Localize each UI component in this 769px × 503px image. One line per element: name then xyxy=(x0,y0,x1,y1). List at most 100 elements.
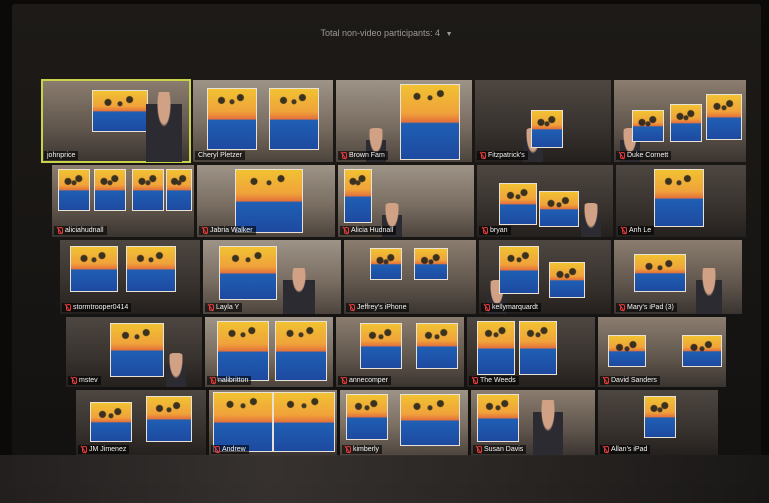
gallery-row-3: stormtrooper0414 Layla Y Jeffrey's iPhon… xyxy=(60,240,742,314)
participant-tile[interactable]: johnprice xyxy=(41,79,191,163)
participant-name-label: Susan Davis xyxy=(473,445,527,454)
painting xyxy=(346,394,388,440)
painting xyxy=(644,396,676,438)
participant-tile[interactable]: David Sanders xyxy=(598,317,726,387)
participant-name: Allan's iPad xyxy=(611,446,648,453)
participant-name-label: stormtrooper0414 xyxy=(62,303,132,312)
painting xyxy=(416,323,458,369)
muted-mic-icon xyxy=(65,304,71,311)
participant-tile[interactable]: Alicia Hudnall xyxy=(338,165,474,237)
participant-tile[interactable]: Cheryl Pletzer xyxy=(193,80,333,162)
painting xyxy=(414,248,448,280)
muted-mic-icon xyxy=(341,152,347,159)
painting xyxy=(499,246,539,294)
muted-mic-icon xyxy=(349,304,355,311)
participant-tile[interactable]: JM Jimenez xyxy=(76,390,206,456)
gallery-row-5: JM Jimenez Andrew kimberly Susan Davis A… xyxy=(76,390,718,456)
muted-mic-icon xyxy=(603,377,609,384)
gallery-row-1: johnprice Cheryl Pletzer Brown Fam Fitzp… xyxy=(41,79,746,163)
desk-reflection xyxy=(0,455,769,503)
participant-tile[interactable]: Fitzpatrick's xyxy=(475,80,611,162)
participant-tile[interactable]: Andrew xyxy=(209,390,337,456)
participant-tile[interactable]: Mary's iPad (3) xyxy=(614,240,742,314)
muted-mic-icon xyxy=(345,446,351,453)
participant-tile[interactable]: Anh Le xyxy=(616,165,746,237)
participant-tile[interactable]: The Weeds xyxy=(467,317,595,387)
participant-tile[interactable]: kellymarquardt xyxy=(479,240,611,314)
participant-name-label: Jeffrey's iPhone xyxy=(346,303,410,312)
participant-name: Layla Y xyxy=(216,304,240,311)
painting xyxy=(477,394,519,442)
participant-video xyxy=(533,400,563,456)
participant-tile[interactable]: Susan Davis xyxy=(471,390,595,456)
participant-name: Duke Cornett xyxy=(627,152,669,159)
participant-name: The Weeds xyxy=(480,377,516,384)
participant-name-label: Alicia Hudnall xyxy=(340,226,397,235)
participant-video xyxy=(146,92,182,162)
painting xyxy=(273,392,335,452)
participant-name-label: aliciahudnall xyxy=(54,226,107,235)
participant-name: David Sanders xyxy=(611,377,657,384)
participant-tile[interactable]: annecomper xyxy=(336,317,464,387)
participant-name: nalibritton xyxy=(218,377,249,384)
participant-name: Jeffrey's iPhone xyxy=(357,304,407,311)
participant-tile[interactable]: bryan xyxy=(477,165,613,237)
painting xyxy=(269,88,319,150)
participant-tile[interactable]: Jeffrey's iPhone xyxy=(344,240,476,314)
participant-name-label: nalibritton xyxy=(207,376,252,385)
muted-mic-icon xyxy=(619,304,625,311)
participant-video xyxy=(283,268,315,314)
painting xyxy=(682,335,722,367)
painting xyxy=(110,323,164,377)
monitor-screen: Total non-video participants: 4 ▼ johnpr… xyxy=(12,4,761,484)
participant-name: kellymarquardt xyxy=(492,304,538,311)
non-video-participants-dropdown[interactable]: Total non-video participants: 4 ▼ xyxy=(12,28,761,38)
participant-name-label: Brown Fam xyxy=(338,151,388,160)
muted-mic-icon xyxy=(341,377,347,384)
participant-name: Mary's iPad (3) xyxy=(627,304,674,311)
participant-name: johnprice xyxy=(47,152,76,159)
participant-name-label: The Weeds xyxy=(469,376,519,385)
muted-mic-icon xyxy=(214,446,220,453)
painting xyxy=(608,335,646,367)
participant-name: Andrew xyxy=(222,446,246,453)
painting xyxy=(70,246,118,292)
painting xyxy=(275,321,327,381)
participant-name: annecomper xyxy=(349,377,388,384)
muted-mic-icon xyxy=(603,446,609,453)
painting xyxy=(235,169,303,233)
painting xyxy=(634,254,686,292)
muted-mic-icon xyxy=(202,227,208,234)
painting xyxy=(344,169,372,223)
participant-tile[interactable]: stormtrooper0414 xyxy=(60,240,200,314)
muted-mic-icon xyxy=(476,446,482,453)
participant-name: mstev xyxy=(79,377,98,384)
painting xyxy=(90,402,132,442)
participant-tile[interactable]: mstev xyxy=(66,317,202,387)
participant-name: Fitzpatrick's xyxy=(488,152,525,159)
participant-tile[interactable]: Jabria Walker xyxy=(197,165,335,237)
participant-tile[interactable]: Brown Fam xyxy=(336,80,472,162)
painting xyxy=(549,262,585,298)
painting xyxy=(706,94,742,140)
painting xyxy=(207,88,257,150)
participant-video xyxy=(166,353,186,387)
participant-tile[interactable]: Allan's iPad xyxy=(598,390,718,456)
painting xyxy=(213,392,273,452)
painting xyxy=(519,321,557,375)
participant-tile[interactable]: nalibritton xyxy=(205,317,333,387)
participant-name-label: johnprice xyxy=(44,151,79,160)
participant-tile[interactable]: aliciahudnall xyxy=(52,165,194,237)
participant-name-label: mstev xyxy=(68,376,101,385)
participant-name-label: Jabria Walker xyxy=(199,226,256,235)
muted-mic-icon xyxy=(208,304,214,311)
participant-tile[interactable]: Layla Y xyxy=(203,240,341,314)
participant-video xyxy=(581,203,601,237)
painting xyxy=(132,169,164,211)
participant-tile[interactable]: kimberly xyxy=(340,390,468,456)
painting xyxy=(126,246,176,292)
muted-mic-icon xyxy=(57,227,63,234)
participant-name-label: JM Jimenez xyxy=(78,445,130,454)
participant-tile[interactable]: Duke Cornett xyxy=(614,80,746,162)
painting xyxy=(400,84,460,160)
